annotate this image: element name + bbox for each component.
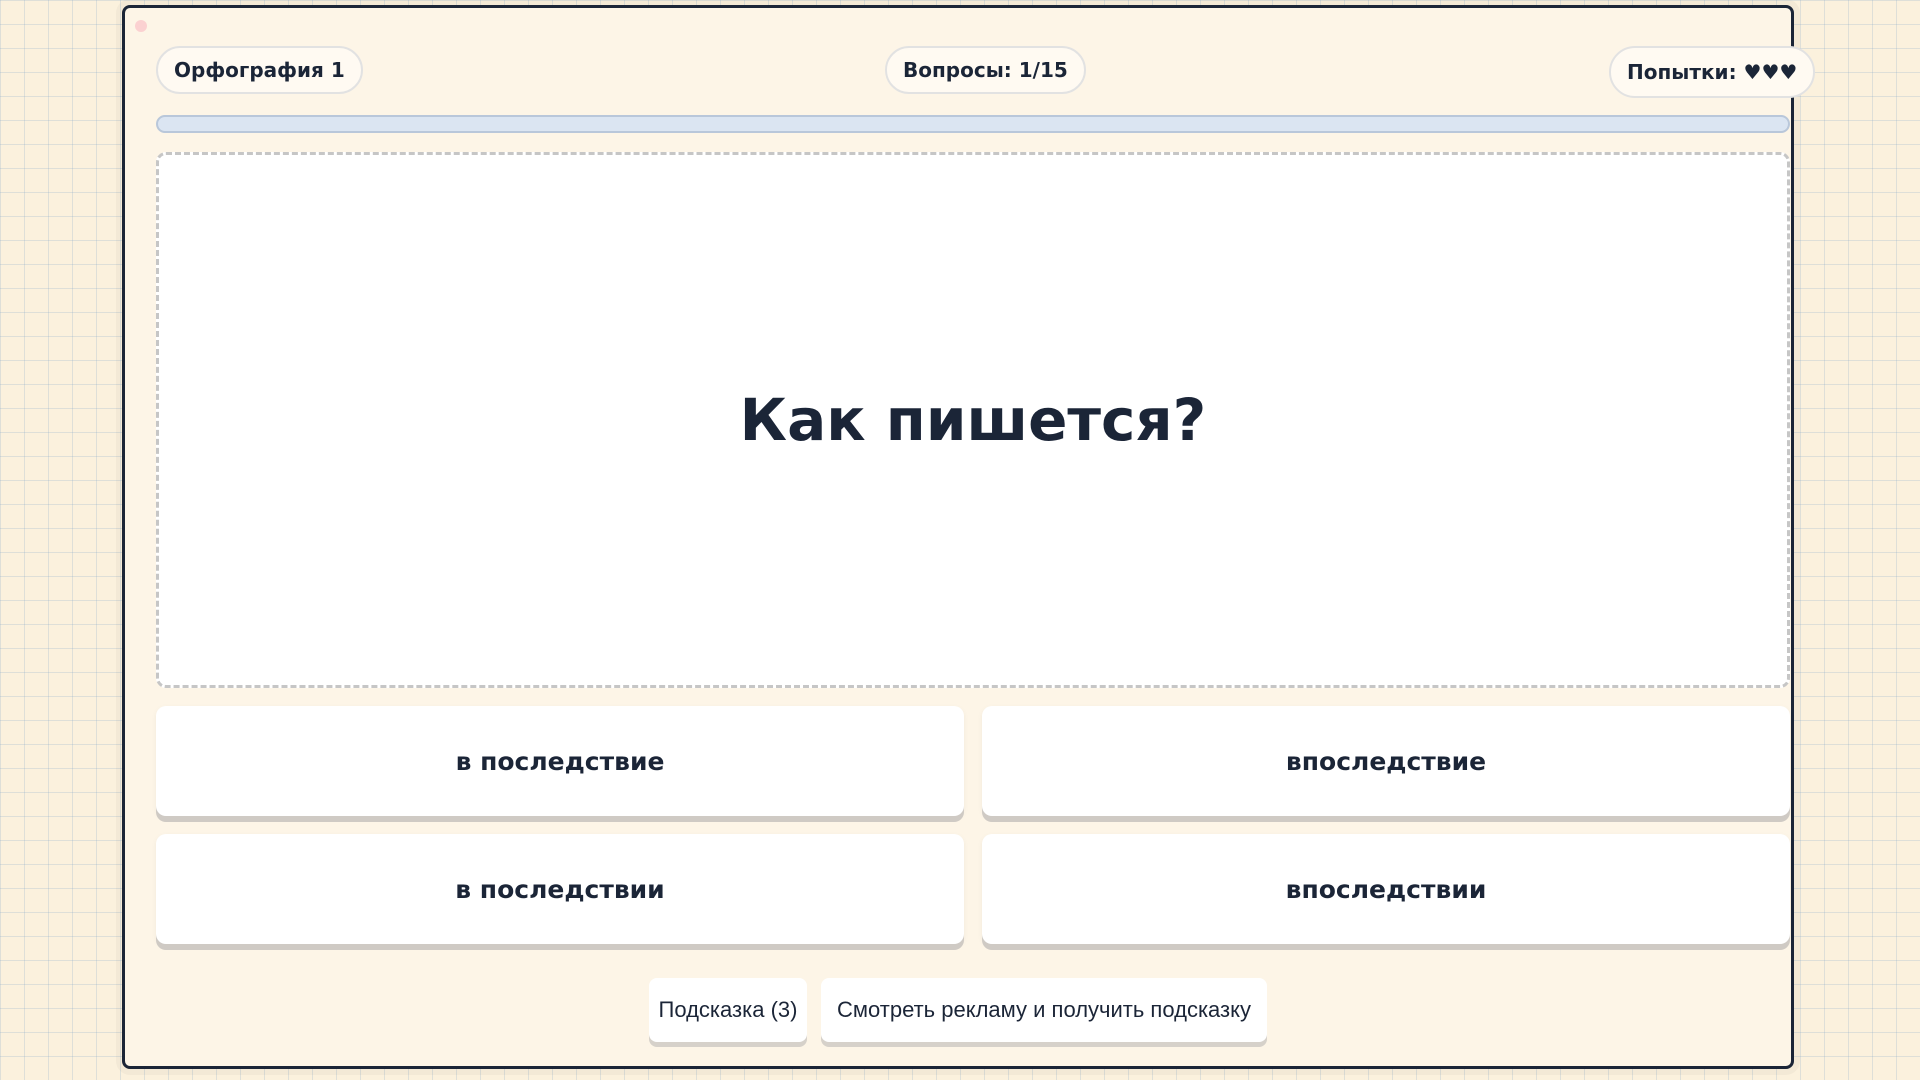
hint-buttons: Подсказка (3) Смотреть рекламу и получит…: [125, 978, 1791, 1042]
answer-button-4[interactable]: впоследствии: [982, 834, 1790, 944]
game-card: Орфография 1 Вопросы: 1/15 Попытки: ♥♥♥ …: [122, 5, 1816, 1069]
answer-button-3[interactable]: в последствии: [156, 834, 964, 944]
question-counter-badge: Вопросы: 1/15: [885, 46, 1086, 94]
status-dot-icon: [135, 20, 147, 32]
question-panel: Как пишется?: [156, 152, 1790, 688]
question-text: Как пишется?: [739, 386, 1207, 454]
hint-button[interactable]: Подсказка (3): [649, 978, 807, 1042]
answer-button-1[interactable]: в последствие: [156, 706, 964, 816]
answer-grid: в последствие впоследствие в последствии…: [156, 706, 1790, 944]
attempts-badge: Попытки: ♥♥♥: [1609, 46, 1816, 98]
answer-button-2[interactable]: впоследствие: [982, 706, 1790, 816]
watch-ad-hint-button[interactable]: Смотреть рекламу и получить подсказку: [821, 978, 1267, 1042]
question-counter-label: Вопросы: 1/15: [903, 58, 1068, 82]
progress-bar: [156, 115, 1790, 133]
attempts-label: Попытки: ♥♥♥: [1627, 60, 1798, 84]
level-label: Орфография 1: [174, 58, 345, 82]
level-badge: Орфография 1: [156, 46, 363, 94]
